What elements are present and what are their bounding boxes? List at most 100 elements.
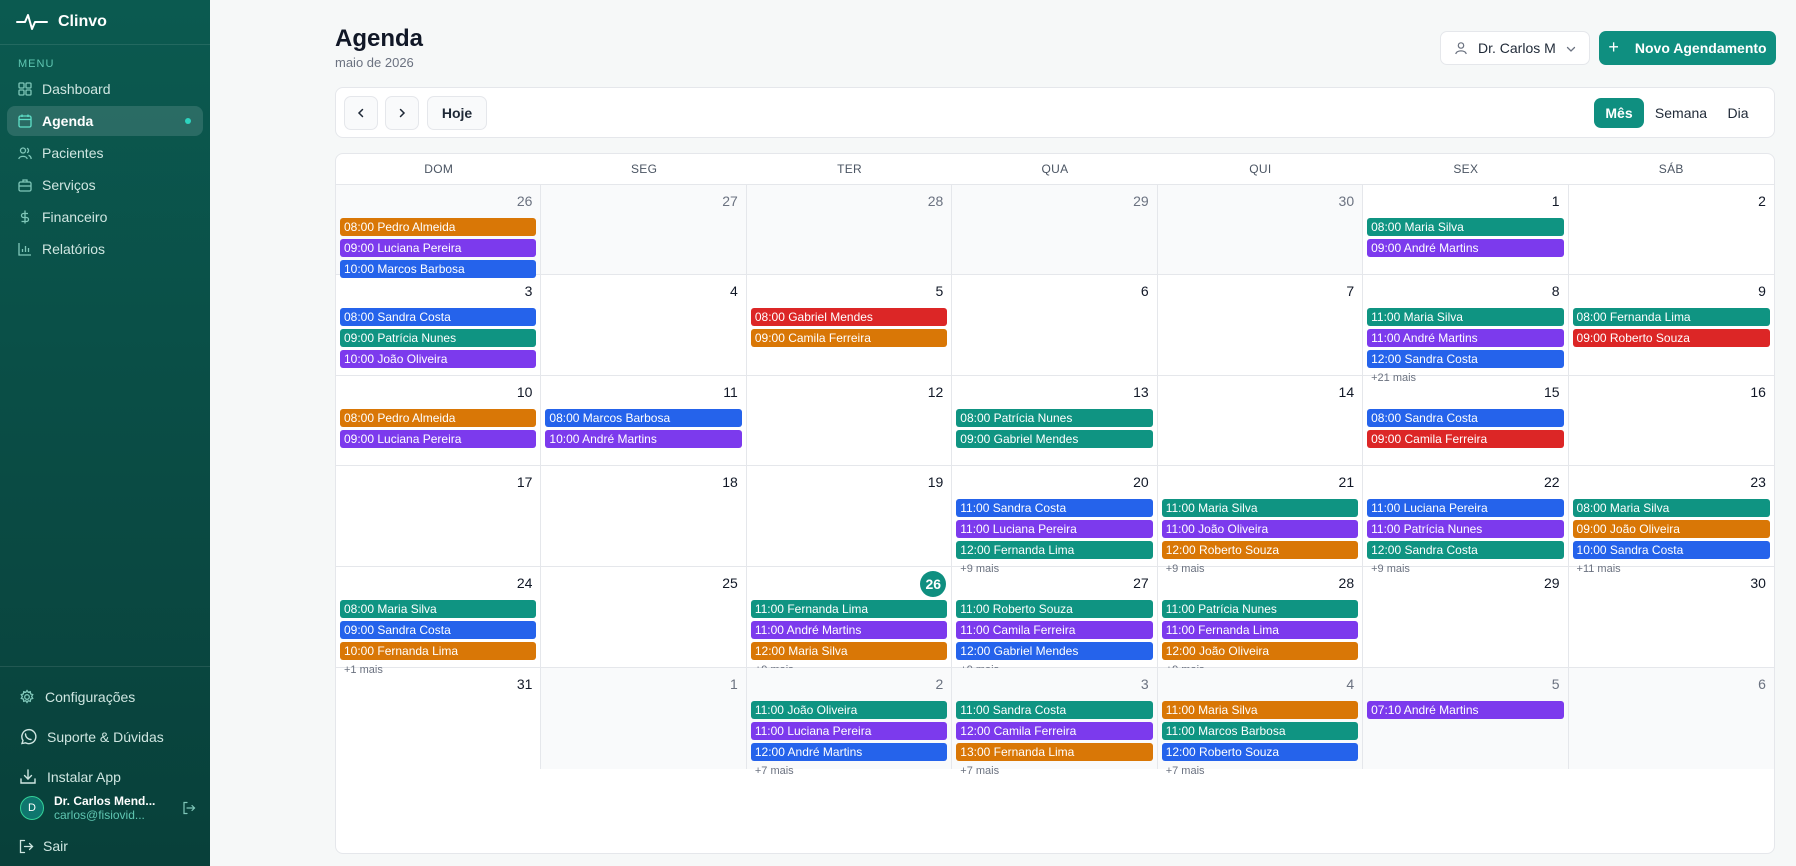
calendar-day-cell[interactable]: 25 bbox=[541, 567, 747, 667]
calendar-day-cell[interactable]: 21 11:00 Maria Silva 11:00 João Oliveira 12… bbox=[1158, 466, 1364, 575]
today-button[interactable]: Hoje bbox=[427, 96, 487, 130]
appointment-event[interactable]: 11:00 Luciana Pereira bbox=[1367, 499, 1564, 517]
appointment-event[interactable]: 08:00 Sandra Costa bbox=[1367, 409, 1564, 427]
user-profile[interactable]: D Dr. Carlos Mend... carlos@fisiovid... bbox=[0, 790, 210, 826]
calendar-day-cell[interactable]: 10 08:00 Pedro Almeida 09:00 Luciana Perei… bbox=[336, 376, 542, 465]
calendar-day-cell[interactable]: 29 bbox=[952, 185, 1158, 274]
calendar-day-cell[interactable]: 4 bbox=[541, 275, 747, 375]
appointment-event[interactable]: 09:00 Roberto Souza bbox=[1572, 329, 1770, 347]
calendar-day-cell[interactable]: 8 11:00 Maria Silva 11:00 André Martins 12:… bbox=[1363, 275, 1569, 384]
calendar-day-cell[interactable]: 20 11:00 Sandra Costa 11:00 Luciana Pereir… bbox=[952, 466, 1158, 575]
appointment-event[interactable]: 10:00 Fernanda Lima bbox=[340, 642, 537, 660]
calendar-day-cell[interactable]: 14 bbox=[1158, 376, 1364, 465]
appointment-event[interactable]: 08:00 Sandra Costa bbox=[340, 308, 537, 326]
appointment-event[interactable]: 09:00 Camila Ferreira bbox=[1367, 430, 1564, 448]
calendar-day-cell[interactable]: 30 bbox=[1569, 567, 1774, 667]
previous-month-button[interactable] bbox=[344, 96, 378, 130]
appointment-event[interactable]: 08:00 Maria Silva bbox=[1367, 218, 1564, 236]
appointment-event[interactable]: 10:00 André Martins bbox=[545, 430, 742, 448]
calendar-day-cell[interactable]: 31 bbox=[336, 668, 542, 769]
appointment-event[interactable]: 11:00 Luciana Pereira bbox=[750, 722, 948, 740]
calendar-day-cell[interactable]: 22 11:00 Luciana Pereira 11:00 Patrícia Nu… bbox=[1363, 466, 1569, 575]
calendar-day-cell[interactable]: 17 bbox=[336, 466, 542, 566]
appointment-event[interactable]: 10:00 Sandra Costa bbox=[1572, 541, 1770, 559]
logout-link[interactable]: Sair bbox=[19, 838, 68, 854]
view-day-tab[interactable]: Dia bbox=[1718, 98, 1758, 128]
calendar-day-cell[interactable]: 12 bbox=[747, 376, 953, 465]
appointment-event[interactable]: 11:00 Maria Silva bbox=[1161, 701, 1359, 719]
calendar-day-cell[interactable]: 9 08:00 Fernanda Lima 09:00 Roberto Souza bbox=[1569, 275, 1774, 375]
more-events-link[interactable]: +7 mais bbox=[1162, 764, 1358, 780]
appointment-event[interactable]: 08:00 Maria Silva bbox=[1572, 499, 1770, 517]
calendar-day-cell[interactable]: 5 08:00 Gabriel Mendes 09:00 Camila Ferrei… bbox=[747, 275, 953, 375]
calendar-day-cell[interactable]: 1 08:00 Maria Silva 09:00 André Martins bbox=[1363, 185, 1569, 274]
calendar-day-cell[interactable]: 23 08:00 Maria Silva 09:00 João Oliveira 10… bbox=[1569, 466, 1774, 575]
doctor-select[interactable]: Dr. Carlos M bbox=[1440, 31, 1590, 65]
calendar-day-cell[interactable]: 2 bbox=[1569, 185, 1774, 274]
calendar-day-cell[interactable]: 18 bbox=[541, 466, 747, 566]
calendar-day-cell[interactable]: 11 08:00 Marcos Barbosa 10:00 André Martin… bbox=[541, 376, 747, 465]
appointment-event[interactable]: 08:00 Fernanda Lima bbox=[1572, 308, 1770, 326]
appointment-event[interactable]: 11:00 Marcos Barbosa bbox=[1161, 722, 1359, 740]
appointment-event[interactable]: 08:00 Patrícia Nunes bbox=[956, 409, 1153, 427]
calendar-day-cell[interactable]: 30 bbox=[1157, 185, 1364, 274]
sidebar-item-agenda[interactable]: Agenda bbox=[7, 106, 203, 136]
calendar-day-cell[interactable]: 7 bbox=[1158, 275, 1364, 375]
support-link[interactable]: Suporte & Dúvidas bbox=[0, 719, 210, 755]
appointment-event[interactable]: 09:00 Camila Ferreira bbox=[750, 329, 948, 347]
appointment-event[interactable]: 09:00 Sandra Costa bbox=[340, 621, 537, 639]
appointment-event[interactable]: 11:00 Patrícia Nunes bbox=[1161, 600, 1359, 618]
appointment-event[interactable]: 07:10 André Martins bbox=[1367, 701, 1564, 719]
appointment-event[interactable]: 08:00 Gabriel Mendes bbox=[750, 308, 948, 326]
appointment-event[interactable]: 11:00 Maria Silva bbox=[1367, 308, 1564, 326]
calendar-day-cell[interactable]: 16 bbox=[1569, 376, 1774, 465]
new-appointment-button[interactable]: + Novo Agendamento bbox=[1599, 31, 1776, 65]
appointment-event[interactable]: 11:00 Patrícia Nunes bbox=[1367, 520, 1564, 538]
appointment-event[interactable]: 09:00 Gabriel Mendes bbox=[956, 430, 1153, 448]
calendar-day-cell[interactable]: 28 bbox=[746, 185, 953, 274]
calendar-day-cell[interactable]: 26 08:00 Pedro Almeida 09:00 Luciana Perei… bbox=[336, 185, 542, 278]
calendar-day-cell-today[interactable]: 26 11:00 Fernanda Lima 11:00 André Martins… bbox=[747, 567, 953, 676]
appointment-event[interactable]: 09:00 Patrícia Nunes bbox=[340, 329, 537, 347]
calendar-day-cell[interactable]: 15 08:00 Sandra Costa 09:00 Camila Ferreir… bbox=[1363, 376, 1569, 465]
calendar-day-cell[interactable]: 1 bbox=[541, 668, 747, 769]
next-month-button[interactable] bbox=[385, 96, 419, 130]
more-events-link[interactable]: +7 mais bbox=[956, 764, 1152, 780]
appointment-event[interactable]: 11:00 Sandra Costa bbox=[956, 701, 1153, 719]
appointment-event[interactable]: 12:00 João Oliveira bbox=[1161, 642, 1359, 660]
appointment-event[interactable]: 11:00 Maria Silva bbox=[1161, 499, 1359, 517]
more-events-link[interactable]: +7 mais bbox=[751, 764, 947, 780]
appointment-event[interactable]: 11:00 Sandra Costa bbox=[956, 499, 1153, 517]
sidebar-item-financeiro[interactable]: Financeiro bbox=[7, 202, 203, 232]
appointment-event[interactable]: 08:00 Pedro Almeida bbox=[340, 409, 537, 427]
appointment-event[interactable]: 09:00 Luciana Pereira bbox=[340, 430, 537, 448]
appointment-event[interactable]: 12:00 Maria Silva bbox=[750, 642, 948, 660]
calendar-day-cell[interactable]: 3 08:00 Sandra Costa 09:00 Patrícia Nunes 1… bbox=[336, 275, 542, 375]
sidebar-item-dashboard[interactable]: Dashboard bbox=[7, 74, 203, 104]
sidebar-item-servicos[interactable]: Serviços bbox=[7, 170, 203, 200]
view-month-tab[interactable]: Mês bbox=[1594, 98, 1644, 128]
calendar-day-cell[interactable]: 5 07:10 André Martins bbox=[1363, 668, 1569, 769]
view-week-tab[interactable]: Semana bbox=[1650, 98, 1712, 128]
appointment-event[interactable]: 11:00 Fernanda Lima bbox=[1161, 621, 1359, 639]
appointment-event[interactable]: 12:00 Sandra Costa bbox=[1367, 541, 1564, 559]
appointment-event[interactable]: 11:00 André Martins bbox=[1367, 329, 1564, 347]
appointment-event[interactable]: 12:00 Roberto Souza bbox=[1161, 541, 1359, 559]
appointment-event[interactable]: 10:00 João Oliveira bbox=[340, 350, 537, 368]
calendar-day-cell[interactable]: 27 11:00 Roberto Souza 11:00 Camila Ferrei… bbox=[952, 567, 1158, 676]
calendar-day-cell[interactable]: 24 08:00 Maria Silva 09:00 Sandra Costa 10:… bbox=[336, 567, 542, 676]
calendar-day-cell[interactable]: 28 11:00 Patrícia Nunes 11:00 Fernanda Lim… bbox=[1158, 567, 1364, 676]
logout-icon-button[interactable] bbox=[182, 801, 196, 815]
appointment-event[interactable]: 11:00 Fernanda Lima bbox=[750, 600, 948, 618]
calendar-day-cell[interactable]: 6 bbox=[952, 275, 1158, 375]
appointment-event[interactable]: 09:00 Luciana Pereira bbox=[340, 239, 537, 257]
calendar-day-cell[interactable]: 27 bbox=[541, 185, 747, 274]
appointment-event[interactable]: 12:00 Gabriel Mendes bbox=[956, 642, 1153, 660]
appointment-event[interactable]: 11:00 Camila Ferreira bbox=[956, 621, 1153, 639]
appointment-event[interactable]: 11:00 João Oliveira bbox=[1161, 520, 1359, 538]
appointment-event[interactable]: 12:00 Camila Ferreira bbox=[956, 722, 1153, 740]
sidebar-item-pacientes[interactable]: Pacientes bbox=[7, 138, 203, 168]
appointment-event[interactable]: 12:00 Fernanda Lima bbox=[956, 541, 1153, 559]
sidebar-item-relatorios[interactable]: Relatórios bbox=[7, 234, 203, 264]
appointment-event[interactable]: 13:00 Fernanda Lima bbox=[956, 743, 1153, 761]
